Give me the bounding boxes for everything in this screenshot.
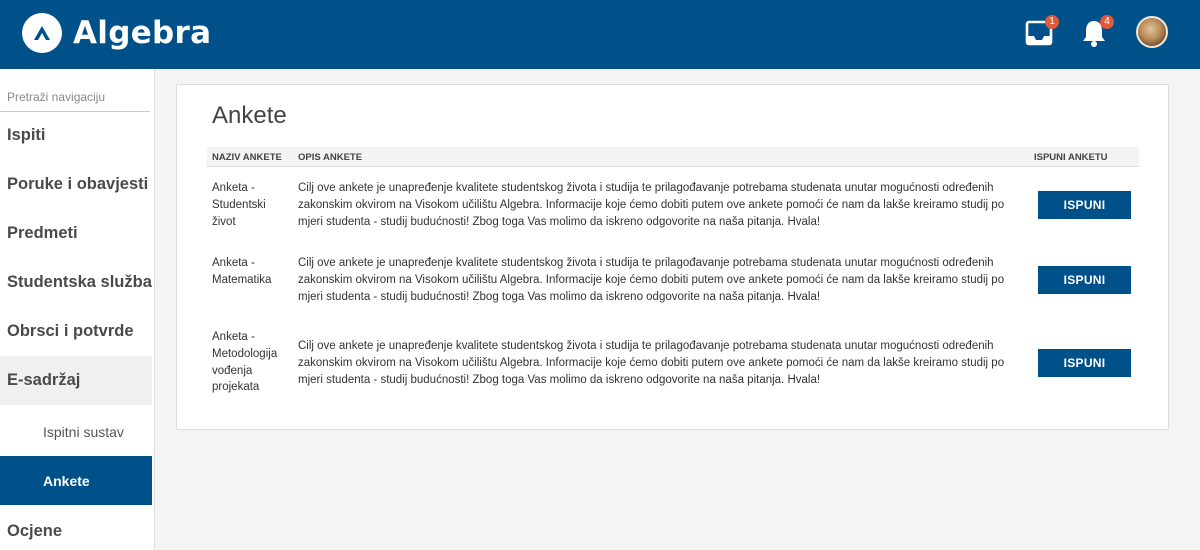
messages-badge: 1 — [1045, 15, 1059, 29]
fill-survey-button[interactable]: ISPUNI — [1038, 349, 1131, 377]
sidebar-item-ocjene[interactable]: Ocjene — [0, 507, 152, 550]
fill-survey-button[interactable]: ISPUNI — [1038, 266, 1131, 294]
messages-button[interactable]: 1 — [1023, 15, 1059, 50]
algebra-logo[interactable]: Algebra — [22, 13, 211, 53]
page-title: Ankete — [212, 102, 287, 129]
sidebar-subitem-ankete[interactable]: Ankete — [0, 456, 152, 505]
sidebar-nav: Pretraži navigaciju Ispiti Poruke i obav… — [0, 69, 155, 550]
sidebar-item-poruke[interactable]: Poruke i obavjesti — [0, 160, 152, 209]
survey-description: Cilj ove ankete je unapređenje kvalitete… — [298, 182, 1005, 228]
table-header: NAZIV ANKETE OPIS ANKETE ISPUNI ANKETU — [207, 147, 1139, 167]
notifications-button[interactable]: 4 — [1078, 15, 1114, 50]
survey-name: Anketa - Studentski život — [212, 182, 266, 228]
user-avatar[interactable] — [1136, 16, 1168, 48]
sidebar-subitem-ispitni-sustav[interactable]: Ispitni sustav — [0, 407, 152, 456]
survey-description: Cilj ove ankete je unapređenje kvalitete… — [298, 257, 1005, 303]
survey-name: Anketa - Metodologija vođenja projekata — [212, 331, 278, 394]
column-header-name: NAZIV ANKETE — [212, 152, 282, 163]
sidebar-item-studentska-sluzba[interactable]: Studentska služba — [0, 258, 152, 307]
top-header: Algebra 1 4 — [0, 0, 1200, 69]
fill-survey-button[interactable]: ISPUNI — [1038, 191, 1131, 219]
logo-text: Algebra — [73, 15, 212, 51]
column-header-fill: ISPUNI ANKETU — [1034, 152, 1108, 163]
logo-mark-icon — [22, 13, 62, 53]
nav-search-input[interactable]: Pretraži navigaciju — [0, 87, 150, 112]
sidebar-item-obrasci[interactable]: Obrsci i potvrde — [0, 307, 152, 356]
notifications-badge: 4 — [1100, 15, 1114, 29]
survey-name: Anketa - Matematika — [212, 257, 272, 286]
sidebar-item-e-sadrzaj[interactable]: E-sadržaj — [0, 356, 152, 405]
survey-description: Cilj ove ankete je unapređenje kvalitete… — [298, 340, 1005, 386]
column-header-description: OPIS ANKETE — [298, 152, 363, 163]
surveys-card: Ankete NAZIV ANKETE OPIS ANKETE ISPUNI A… — [176, 84, 1169, 430]
sidebar-item-predmeti[interactable]: Predmeti — [0, 209, 152, 258]
sidebar-item-ispiti[interactable]: Ispiti — [0, 111, 152, 160]
